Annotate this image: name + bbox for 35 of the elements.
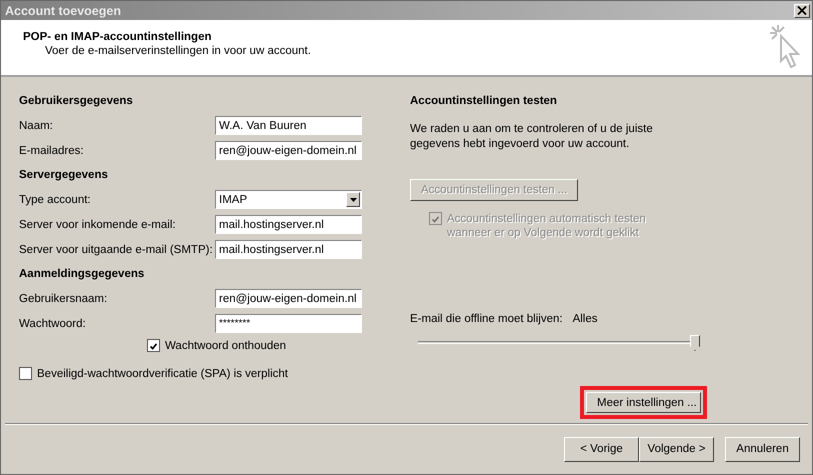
checkbox[interactable] bbox=[147, 339, 160, 352]
checkbox-label: Accountinstellingen automatisch testen wanneer er op Volgende wordt geklikt bbox=[447, 212, 647, 240]
field-label: Wachtwoord: bbox=[19, 318, 86, 330]
window-title: Account toevoegen bbox=[5, 4, 121, 18]
dialog-button[interactable]: Annuleren bbox=[725, 436, 800, 462]
input-field[interactable]: W.A. Van Buuren bbox=[215, 116, 362, 135]
checkbox[interactable] bbox=[19, 367, 32, 380]
field-label: E-mailadres: bbox=[19, 144, 84, 156]
dialog-button[interactable]: Volgende > bbox=[639, 436, 714, 462]
page-subtitle: Voer de e-mailserverinstellingen in voor uw account. bbox=[45, 45, 311, 57]
checkbox-label: Beveiligd-wachtwoordverificatie (SPA) is verplicht bbox=[37, 367, 288, 381]
field-label: Gebruikersnaam: bbox=[19, 292, 108, 304]
input-field[interactable]: ren@jouw-eigen-domein.nl bbox=[215, 289, 362, 308]
field-label: Naam: bbox=[19, 120, 53, 132]
page-heading: POP- en IMAP-accountinstellingen bbox=[23, 31, 212, 43]
slider-value: Alles bbox=[572, 313, 598, 325]
password-field[interactable]: ******** bbox=[215, 314, 362, 333]
section-heading: Gebruikersgegevens bbox=[19, 94, 134, 109]
description-text: We raden u aan om te controleren of u de juiste gegevens hebt ingevoerd voor uw account. bbox=[410, 122, 654, 152]
slider-thumb[interactable] bbox=[690, 335, 700, 351]
input-field[interactable]: mail.hostingserver.nl bbox=[215, 240, 362, 259]
more-settings-button[interactable]: Meer instellingen ... bbox=[586, 392, 701, 413]
checkbox-label: Wachtwoord onthouden bbox=[165, 339, 286, 353]
field-label: Type account: bbox=[19, 194, 91, 206]
section-heading: Servergegevens bbox=[19, 168, 109, 183]
input-field[interactable]: mail.hostingserver.nl bbox=[215, 215, 362, 234]
field-label: Server voor inkomende e-mail: bbox=[19, 218, 176, 230]
close-icon[interactable] bbox=[794, 4, 810, 18]
field-label: Server voor uitgaande e-mail (SMTP): bbox=[19, 244, 213, 256]
input-field[interactable]: ren@jouw-eigen-domein.nl bbox=[215, 141, 362, 160]
dialog-button[interactable]: < Vorige bbox=[564, 436, 639, 462]
section-heading: Accountinstellingen testen bbox=[410, 94, 558, 109]
field-label: E-mail die offline moet blijven: bbox=[410, 313, 563, 325]
dropdown[interactable]: IMAP bbox=[215, 190, 362, 209]
section-heading: Aanmeldingsgegevens bbox=[19, 267, 146, 282]
